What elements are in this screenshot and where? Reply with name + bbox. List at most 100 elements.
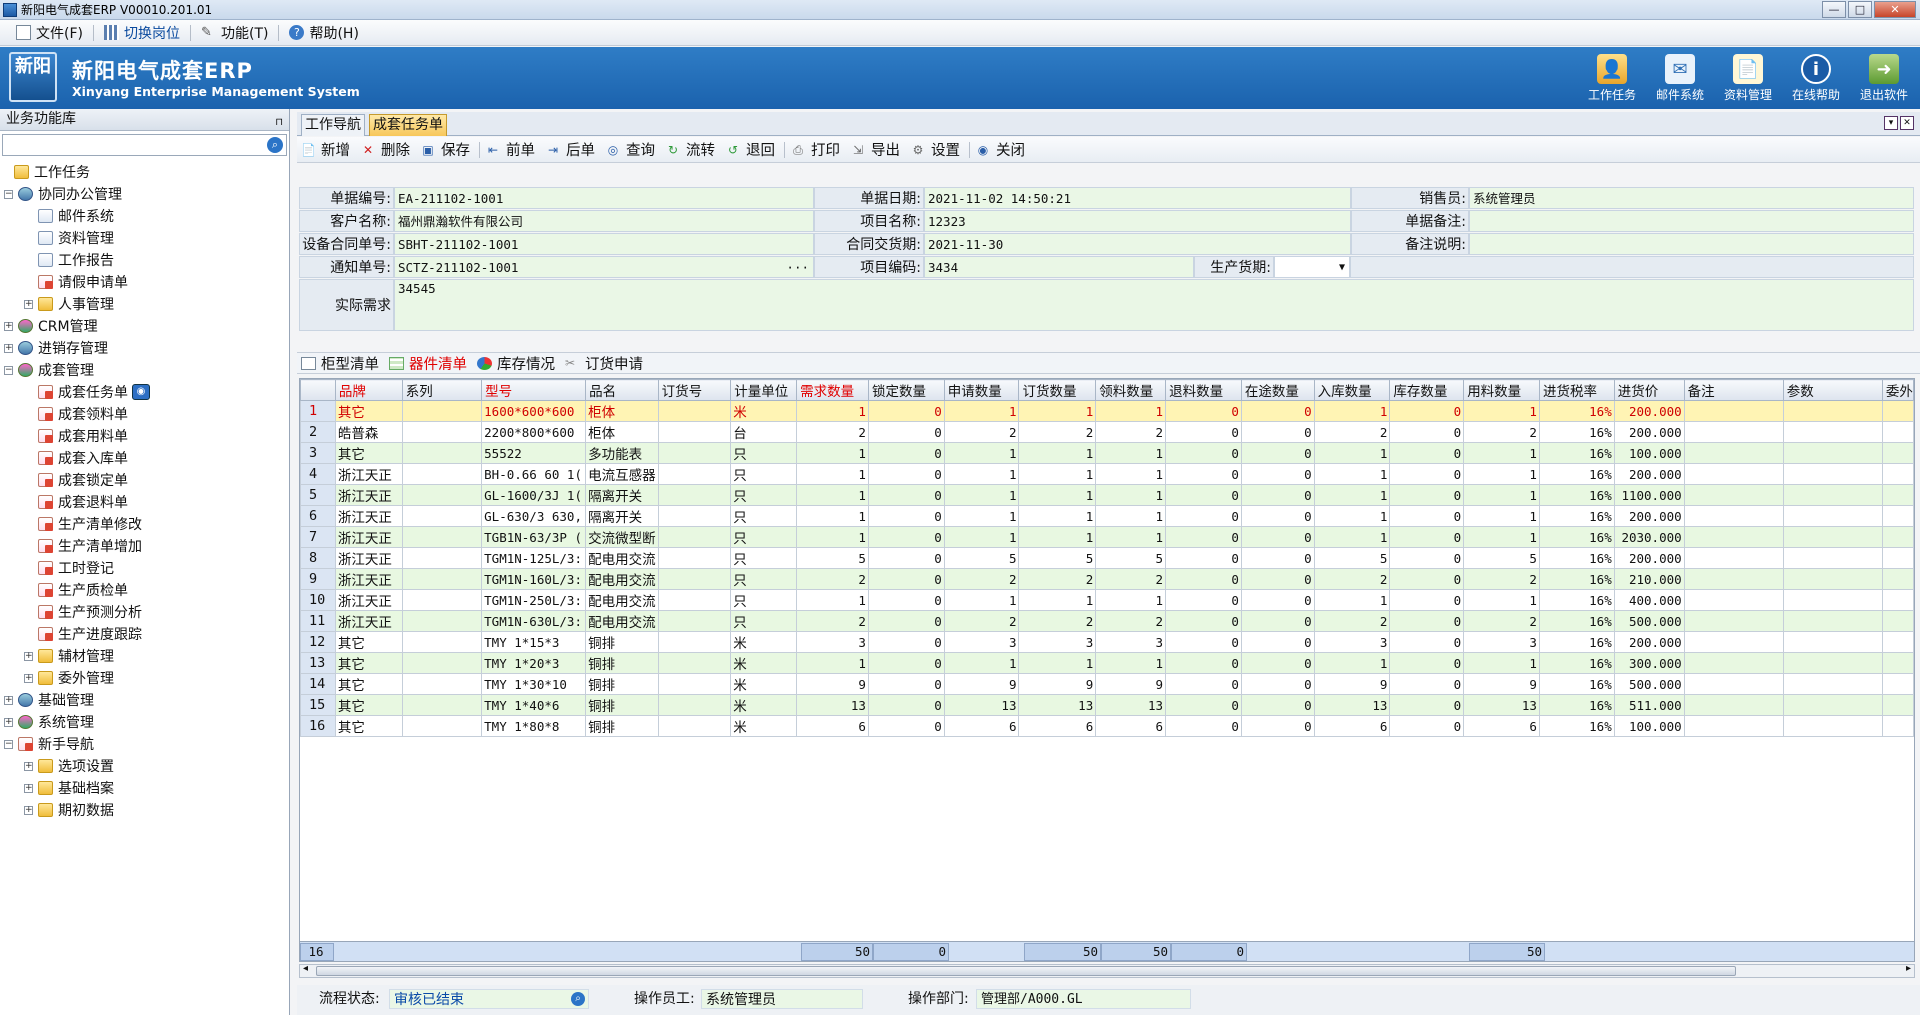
table-cell[interactable]: 16% [1538, 589, 1615, 611]
table-cell[interactable]: 6 [943, 715, 1020, 737]
table-cell[interactable]: 柜体 [585, 400, 659, 422]
table-cell[interactable]: 200.000 [1613, 631, 1685, 653]
transfer-button[interactable]: ↻ 流转 [662, 139, 722, 161]
table-cell[interactable]: 16% [1538, 694, 1615, 716]
tree-item-basic[interactable]: + 基础管理 [4, 689, 94, 711]
table-cell[interactable]: 16% [1538, 631, 1615, 653]
table-cell[interactable]: 1100.000 [1613, 484, 1685, 506]
tree-item-initial[interactable]: + 期初数据 [24, 799, 114, 821]
table-cell[interactable] [657, 631, 732, 653]
table-cell[interactable] [401, 568, 483, 590]
tree-item-list-add[interactable]: 生产清单增加 [38, 535, 142, 557]
table-cell[interactable]: 3 [1018, 631, 1097, 653]
horizontal-scrollbar[interactable]: ◂ ▸ [299, 963, 1915, 978]
table-cell[interactable] [401, 547, 483, 569]
table-cell[interactable] [657, 421, 732, 443]
table-cell[interactable]: 多功能表 [585, 442, 659, 464]
table-cell[interactable]: 0 [867, 505, 945, 527]
table-cell[interactable]: TGM1N-250L/3: [481, 589, 587, 611]
table-cell[interactable]: 210.000 [1613, 568, 1685, 590]
table-row[interactable]: 3 其它 55522 多功能表只 1 0 1 1 1 0 0 1 0 1 16% 100.000 [300, 442, 1914, 464]
table-cell[interactable]: TMY 1*30*10 [481, 673, 587, 695]
table-cell[interactable]: 0 [1389, 631, 1465, 653]
table-cell[interactable]: 2 [943, 568, 1020, 590]
table-cell[interactable]: 0 [1240, 547, 1315, 569]
table-cell[interactable]: 1 [1313, 505, 1391, 527]
table-cell[interactable]: 16% [1538, 526, 1615, 548]
table-cell[interactable] [1782, 589, 1883, 611]
table-cell[interactable] [1782, 526, 1883, 548]
table-cell[interactable]: 9 [943, 673, 1020, 695]
table-cell[interactable]: 3 [1463, 631, 1540, 653]
column-header[interactable]: 进货价 [1613, 379, 1685, 401]
table-cell[interactable]: 其它 [334, 652, 403, 674]
table-cell[interactable]: 1 [1463, 400, 1540, 422]
table-cell[interactable]: 米 [730, 400, 798, 422]
column-header[interactable]: 备注 [1683, 379, 1784, 401]
table-cell[interactable]: 16% [1538, 547, 1615, 569]
table-cell[interactable]: 16% [1538, 484, 1615, 506]
table-cell[interactable]: 300.000 [1613, 652, 1685, 674]
table-cell[interactable]: 0 [1240, 631, 1315, 653]
table-cell[interactable] [1881, 526, 1914, 548]
table-cell[interactable]: 1 [1095, 484, 1167, 506]
table-cell[interactable] [1782, 568, 1883, 590]
table-cell[interactable]: 1 [1018, 484, 1097, 506]
table-cell[interactable]: 1 [1018, 400, 1097, 422]
expand-icon[interactable]: + [24, 299, 33, 309]
table-cell[interactable]: 5 [796, 547, 869, 569]
table-cell[interactable]: 铜排 [585, 715, 659, 737]
table-cell[interactable]: 1 [1463, 526, 1540, 548]
table-cell[interactable]: 2 [796, 568, 869, 590]
notice-field[interactable]: SCTZ-211102-1001 ··· [394, 256, 814, 278]
table-cell[interactable] [1683, 568, 1784, 590]
tree-item-system[interactable]: + 系统管理 [4, 711, 94, 733]
mail-system-button[interactable]: ✉ 邮件系统 [1646, 51, 1714, 107]
expand-icon[interactable]: + [24, 805, 33, 815]
table-cell[interactable]: 500.000 [1613, 673, 1685, 695]
demand-textarea[interactable]: 34545 [394, 279, 1914, 331]
table-cell[interactable]: 1 [1018, 505, 1097, 527]
expand-icon[interactable]: + [24, 761, 33, 771]
table-cell[interactable]: 1 [1018, 589, 1097, 611]
project-field[interactable]: 12323 [924, 210, 1351, 232]
table-cell[interactable]: 2 [1463, 568, 1540, 590]
table-cell[interactable]: 0 [1165, 715, 1242, 737]
tree-item-return[interactable]: 成套退料单 [38, 491, 128, 513]
minimize-icon[interactable]: — [1822, 1, 1846, 18]
table-cell[interactable]: 100.000 [1613, 442, 1685, 464]
tree-item-hours[interactable]: 工时登记 [38, 557, 114, 579]
table-cell[interactable]: 0 [1240, 673, 1315, 695]
reject-button[interactable]: ↺ 退回 [722, 139, 782, 161]
print-button[interactable]: ⎙ 打印 [787, 139, 847, 161]
table-cell[interactable]: 1 [1313, 589, 1391, 611]
table-cell[interactable]: 0 [867, 589, 945, 611]
table-cell[interactable]: 0 [1389, 715, 1465, 737]
subtab-components[interactable]: 器件清单 [385, 353, 473, 374]
column-header[interactable]: 型号 [481, 379, 587, 401]
table-cell[interactable] [1683, 610, 1784, 632]
table-cell[interactable] [657, 400, 732, 422]
table-cell[interactable]: 0 [1389, 673, 1465, 695]
table-cell[interactable]: 0 [1165, 673, 1242, 695]
table-cell[interactable]: 只 [730, 505, 798, 527]
settings-button[interactable]: ⚙ 设置 [907, 139, 967, 161]
table-cell[interactable]: 2 [1018, 610, 1097, 632]
table-cell[interactable]: 0 [867, 463, 945, 485]
table-cell[interactable] [1881, 694, 1914, 716]
remark-field[interactable] [1469, 210, 1914, 232]
menu-function[interactable]: ✎ 功能(T) [191, 22, 278, 44]
table-cell[interactable]: 0 [867, 421, 945, 443]
table-cell[interactable] [1881, 442, 1914, 464]
table-cell[interactable] [1782, 505, 1883, 527]
table-cell[interactable]: 只 [730, 463, 798, 485]
table-cell[interactable]: 500.000 [1613, 610, 1685, 632]
table-cell[interactable] [657, 547, 732, 569]
table-cell[interactable]: TMY 1*20*3 [481, 652, 587, 674]
expand-icon[interactable]: + [4, 717, 13, 727]
table-cell[interactable]: 1 [1313, 442, 1391, 464]
search-icon[interactable]: ⌕ [267, 137, 283, 153]
column-header[interactable]: 参数 [1782, 379, 1883, 401]
table-cell[interactable]: 米 [730, 631, 798, 653]
table-cell[interactable]: 16% [1538, 610, 1615, 632]
